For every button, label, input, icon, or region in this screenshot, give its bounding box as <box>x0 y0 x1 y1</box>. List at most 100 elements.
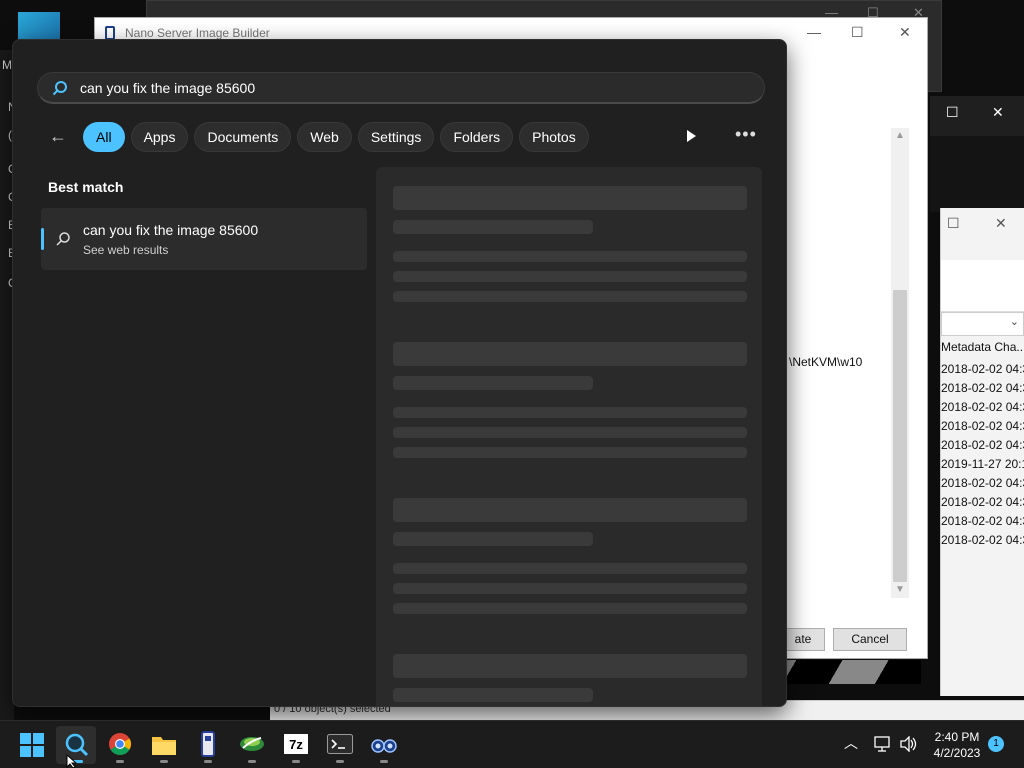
running-indicator <box>380 760 388 763</box>
app-icon <box>105 26 115 40</box>
windows-logo-icon <box>20 733 44 757</box>
table-row[interactable]: 2018-02-02 04:3 <box>941 400 1024 419</box>
tab-folders[interactable]: Folders <box>440 122 514 152</box>
skeleton-block <box>393 271 747 282</box>
usb-drive-icon <box>201 731 215 757</box>
more-options-icon[interactable]: ••• <box>735 124 757 145</box>
taskbar: 7z ︿ 2:40 PM 4/2/2023 <box>0 720 1024 768</box>
filter-tabs: All Apps Documents Web Settings Folders … <box>83 122 589 152</box>
table-row[interactable]: 2018-02-02 04:3 <box>941 476 1024 495</box>
background-window-right: ☐ ✕ <box>930 96 1024 136</box>
tab-settings[interactable]: Settings <box>357 122 435 152</box>
maximize-icon[interactable]: ☐ <box>851 24 864 41</box>
path-text: \NetKVM\w10 <box>789 355 863 369</box>
explorer-rows: 2018-02-02 04:3 2018-02-02 04:3 2018-02-… <box>941 362 1024 552</box>
running-indicator <box>292 760 300 763</box>
tab-documents[interactable]: Documents <box>194 122 292 152</box>
globe-network-icon <box>240 737 264 751</box>
start-search-panel: ← All Apps Documents Web Settings Folder… <box>12 39 787 707</box>
explorer-toolbar <box>941 260 1024 312</box>
taskbar-chrome[interactable] <box>100 726 140 764</box>
skeleton-block <box>393 447 747 458</box>
skeleton-block <box>393 532 593 546</box>
svg-text:7z: 7z <box>289 737 303 752</box>
taskbar-binoculars[interactable] <box>364 726 404 764</box>
taskbar-terminal[interactable] <box>320 726 360 764</box>
skeleton-block <box>393 654 747 678</box>
volume-icon[interactable] <box>900 736 918 752</box>
folder-icon <box>152 737 176 755</box>
skeleton-block <box>393 251 747 262</box>
taskbar-network-tool[interactable] <box>232 726 272 764</box>
tab-all[interactable]: All <box>83 122 125 152</box>
search-icon <box>56 232 70 246</box>
play-icon[interactable] <box>683 128 699 144</box>
running-indicator <box>336 760 344 763</box>
running-indicator <box>160 760 168 763</box>
mouse-cursor-icon <box>66 754 78 768</box>
close-icon[interactable]: ✕ <box>995 215 1007 232</box>
taskbar-usb-tool[interactable] <box>188 726 228 764</box>
skeleton-block <box>393 220 593 234</box>
preview-pane-loading <box>376 167 762 706</box>
maximize-icon[interactable]: ☐ <box>946 104 959 121</box>
best-match-result[interactable]: can you fix the image 85600 See web resu… <box>41 208 367 270</box>
taskbar-file-explorer[interactable] <box>144 726 184 764</box>
taskbar-7zip[interactable]: 7z <box>276 726 316 764</box>
create-button[interactable]: ate <box>781 628 825 651</box>
start-button[interactable] <box>12 726 52 764</box>
skeleton-block <box>393 688 593 702</box>
binoculars-icon <box>371 739 397 753</box>
skeleton-block <box>393 291 747 302</box>
table-row[interactable]: 2018-02-02 04:3 <box>941 514 1024 533</box>
chrome-icon <box>109 733 131 755</box>
table-row[interactable]: 2019-11-27 20:1 <box>941 457 1024 476</box>
scroll-up-icon[interactable]: ▲ <box>895 130 905 141</box>
chevron-down-icon: ⌄ <box>1009 316 1019 328</box>
scroll-down-icon[interactable]: ▼ <box>895 584 905 595</box>
best-match-heading: Best match <box>48 179 124 195</box>
table-row[interactable]: 2018-02-02 04:3 <box>941 381 1024 400</box>
skeleton-block <box>393 583 747 594</box>
clock-time: 2:40 PM <box>934 730 980 744</box>
running-indicator <box>204 760 212 763</box>
search-input[interactable] <box>80 73 720 103</box>
close-icon[interactable]: ✕ <box>899 24 911 41</box>
skeleton-block <box>393 603 747 614</box>
notification-badge[interactable]: 1 <box>988 736 1004 752</box>
selection-indicator <box>41 228 44 250</box>
back-arrow-icon[interactable]: ← <box>49 126 75 146</box>
table-row[interactable]: 2018-02-02 04:3 <box>941 495 1024 514</box>
table-row[interactable]: 2018-02-02 04:3 <box>941 533 1024 552</box>
terminal-icon <box>327 734 353 754</box>
explorer-window: ☐ ✕ ⌄ Metadata Cha... 2018-02-02 04:3 20… <box>940 208 1024 696</box>
column-header-metadata[interactable]: Metadata Cha... <box>941 340 1024 354</box>
tab-web[interactable]: Web <box>297 122 352 152</box>
close-icon[interactable]: ✕ <box>992 104 1004 121</box>
skeleton-block <box>393 427 747 438</box>
table-row[interactable]: 2018-02-02 04:3 <box>941 438 1024 457</box>
skeleton-block <box>393 186 747 210</box>
network-icon[interactable] <box>874 736 892 752</box>
skeleton-block <box>393 342 747 366</box>
explorer-combo[interactable]: ⌄ <box>941 312 1024 336</box>
chevron-up-icon[interactable]: ︿ <box>844 733 858 753</box>
system-clock[interactable]: 2:40 PM 4/2/2023 <box>926 729 988 761</box>
search-box[interactable] <box>37 72 765 104</box>
maximize-icon[interactable]: ☐ <box>947 215 960 232</box>
tab-photos[interactable]: Photos <box>519 122 589 152</box>
background-window-body <box>930 136 1024 212</box>
tab-apps[interactable]: Apps <box>130 122 189 152</box>
table-row[interactable]: 2018-02-02 04:3 <box>941 362 1024 381</box>
result-title: can you fix the image 85600 <box>83 222 259 238</box>
skeleton-block <box>393 376 593 390</box>
scrollbar-thumb[interactable] <box>893 290 907 582</box>
minimize-icon[interactable]: — <box>807 24 821 40</box>
table-row[interactable]: 2018-02-02 04:3 <box>941 419 1024 438</box>
cancel-button[interactable]: Cancel <box>833 628 907 651</box>
running-indicator <box>248 760 256 763</box>
result-subtitle: See web results <box>83 243 169 257</box>
skeleton-block <box>393 563 747 574</box>
window-title: Nano Server Image Builder <box>125 26 270 40</box>
clock-date: 4/2/2023 <box>933 746 981 760</box>
